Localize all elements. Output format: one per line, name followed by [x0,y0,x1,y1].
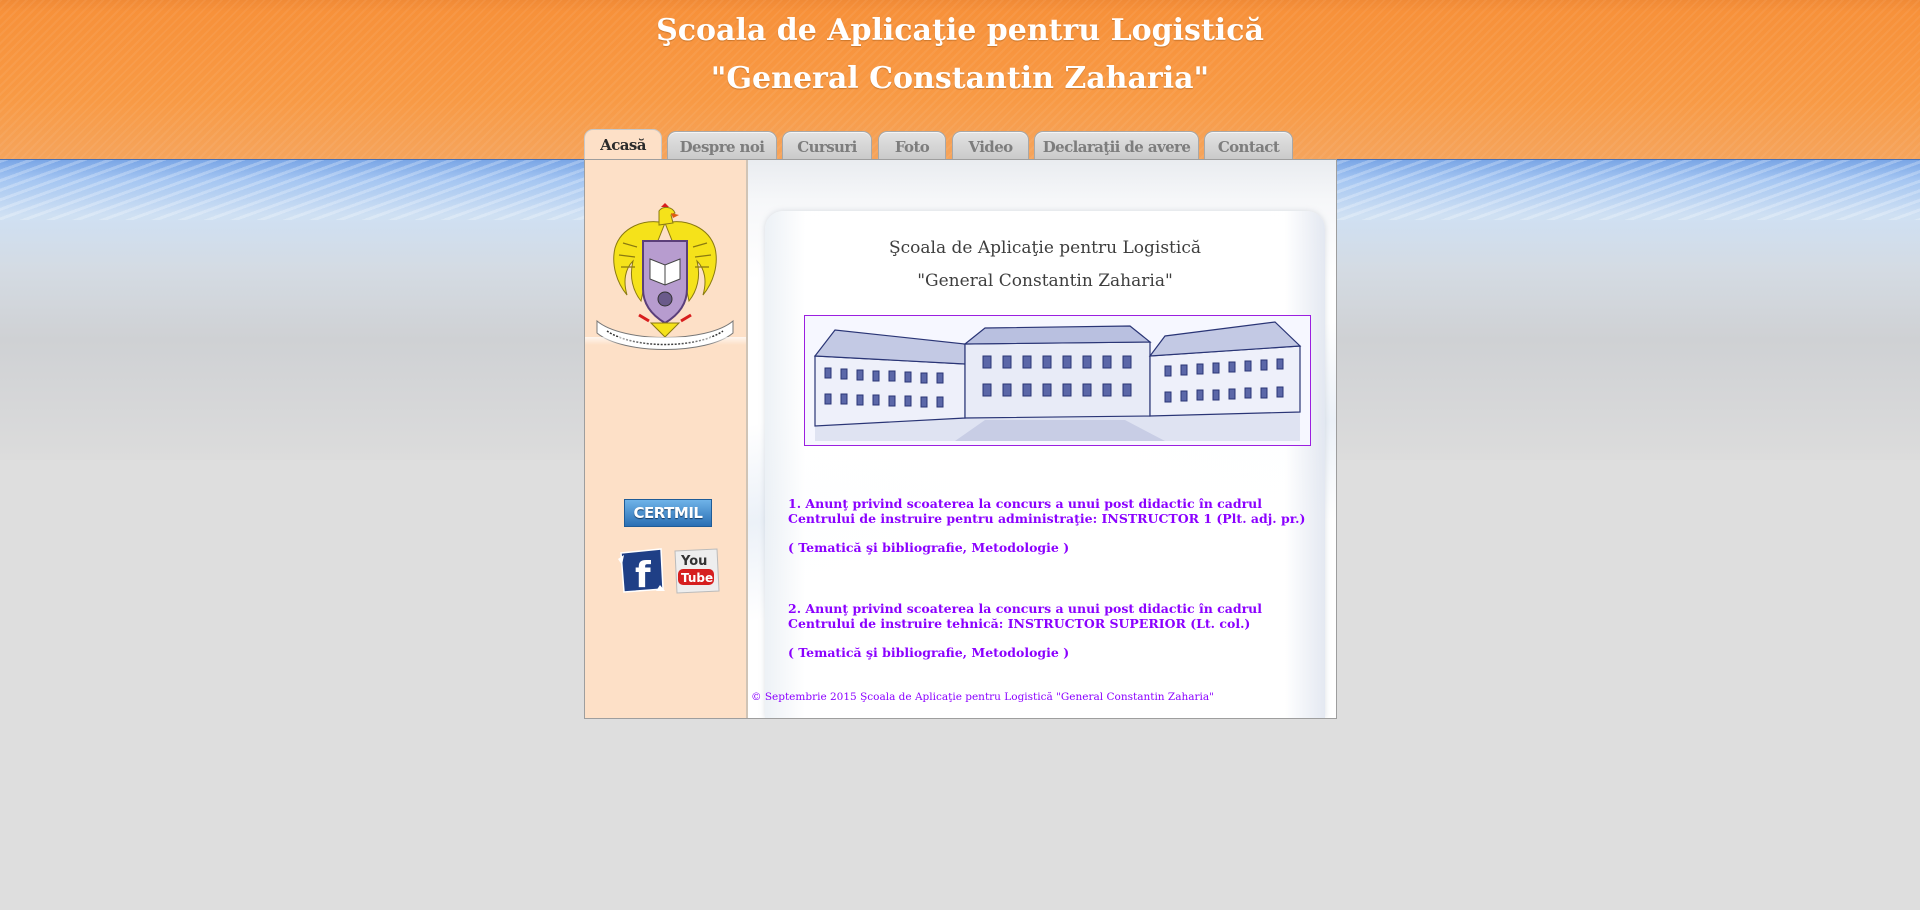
content-panel: Şcoala de Aplicaţie pentru Logistică "Ge… [765,211,1325,718]
site-title-line1: Şcoala de Aplicaţie pentru Logistică [656,13,1264,48]
main-content: Şcoala de Aplicaţie pentru Logistică "Ge… [748,160,1336,718]
announcement-1[interactable]: 1. Anunţ privind scoaterea la concurs a … [788,496,1308,526]
footer-copyright: © Septembrie 2015 Şcoala de Aplicaţie pe… [751,691,1214,703]
tab-cursuri[interactable]: Cursuri [782,131,872,160]
site-title-line2: "General Constantin Zaharia" [710,61,1210,96]
announcement-2[interactable]: 2. Anunţ privind scoaterea la concurs a … [788,601,1308,631]
tab-video[interactable]: Video [952,131,1029,160]
certmil-button[interactable]: CERTMIL [624,499,712,527]
content-title-line1: Şcoala de Aplicaţie pentru Logistică [889,238,1201,258]
content-title-line2: "General Constantin Zaharia" [917,271,1173,291]
youtube-icon[interactable]: You Tube [671,545,721,595]
school-building-image [804,315,1311,446]
tab-despre-noi[interactable]: Despre noi [667,131,777,160]
facebook-glyph: f [635,555,651,595]
youtube-label-top: You [680,554,707,569]
youtube-label-bottom: Tube [681,571,713,585]
page-container: CERTMIL f You Tube Şcoala de Aplicaţie p… [584,159,1337,719]
school-emblem-icon [596,203,734,350]
tab-declaratii-de-avere[interactable]: Declaraţii de avere [1034,131,1199,160]
tab-acasa[interactable]: Acasă [584,129,662,161]
tab-contact[interactable]: Contact [1204,131,1293,160]
announcement-2-links[interactable]: ( Tematică şi bibliografie, Metodologie … [788,645,1069,660]
tab-foto[interactable]: Foto [878,131,946,160]
facebook-icon[interactable]: f [616,545,666,595]
sidebar: CERTMIL f You Tube [585,160,748,718]
announcement-1-links[interactable]: ( Tematică şi bibliografie, Metodologie … [788,540,1069,555]
